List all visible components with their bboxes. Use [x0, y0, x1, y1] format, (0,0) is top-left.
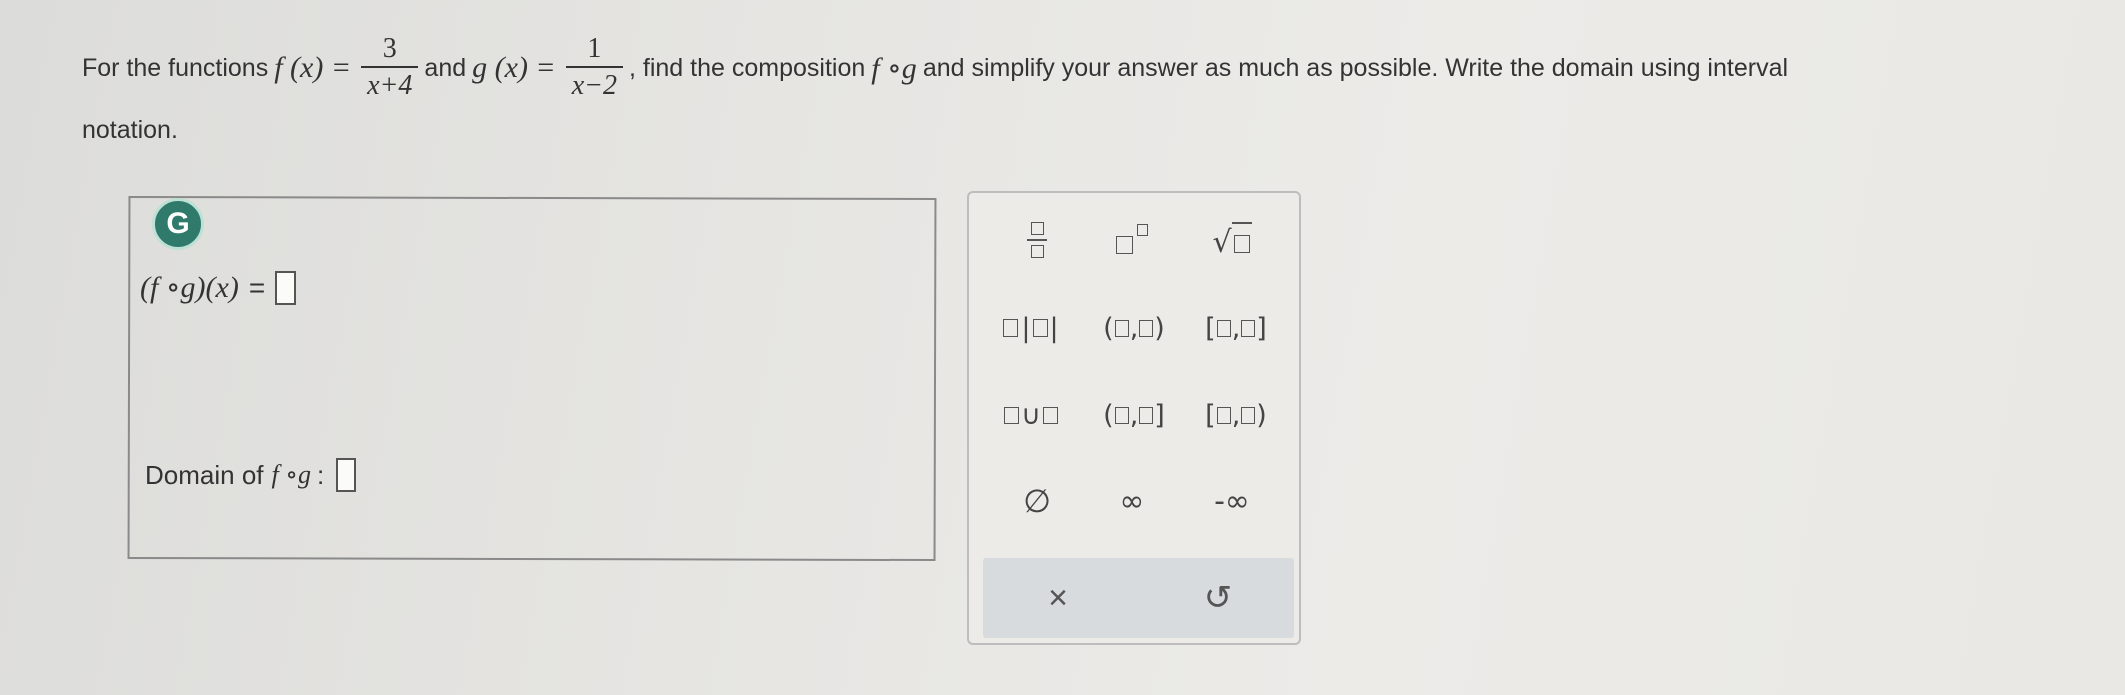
closed-closed-interval-button[interactable]: [ , ] — [1191, 303, 1281, 353]
abs-bar-right: | — [1049, 312, 1059, 344]
absolute-value-button[interactable]: | | — [987, 303, 1075, 353]
negative-infinity-icon: -∞ — [1214, 483, 1250, 519]
abs-bar-left: | — [1021, 312, 1031, 344]
composition-row: (f ∘g)(x) = — [140, 270, 297, 305]
g-numerator: 1 — [587, 33, 602, 64]
empty-set-icon: ∅ — [1023, 482, 1051, 520]
domain-function: f ∘g — [271, 460, 311, 489]
oo-comma: , — [1129, 312, 1139, 344]
closed-closed-icon: [ , ] — [1205, 313, 1267, 344]
question-mid: , find the composition — [629, 53, 866, 82]
domain-input[interactable] — [336, 458, 357, 492]
co-right: ) — [1256, 399, 1267, 431]
cc-left: [ — [1205, 312, 1216, 344]
closed-open-icon: [ , ) — [1205, 400, 1267, 431]
superscript-button[interactable] — [1087, 215, 1177, 265]
composition-input[interactable] — [275, 270, 297, 305]
question-text: For the functions f (x) = 3 x+4 and g (x… — [82, 32, 1794, 145]
oo-left: ( — [1103, 312, 1114, 344]
f-denominator: x+4 — [361, 66, 419, 104]
infinity-icon: ∞ — [1119, 483, 1145, 519]
question-composition: f ∘g — [871, 51, 917, 85]
math-palette: √ | | ( , ) [ , ] ∪ (,] [,) ∅ ∞ -∞ ×… — [967, 191, 1301, 645]
fraction-icon — [1027, 222, 1047, 258]
undo-icon: ↺ — [1203, 579, 1233, 617]
sqrt-button[interactable]: √ — [1187, 215, 1277, 265]
palette-footer: × ↺ — [983, 558, 1294, 638]
undo-button[interactable]: ↺ — [1143, 558, 1293, 638]
open-open-icon: ( , ) — [1103, 313, 1165, 344]
union-icon: ∪ — [1004, 400, 1058, 431]
co-left: [ — [1205, 399, 1216, 431]
union-symbol: ∪ — [1021, 399, 1041, 431]
question-lead: For the functions — [82, 53, 269, 82]
open-closed-icon: ( , ] — [1103, 400, 1165, 431]
domain-label: Domain of — [145, 459, 264, 490]
open-open-interval-button[interactable]: ( , ) — [1089, 303, 1179, 353]
clear-button[interactable]: × — [983, 558, 1133, 638]
oc-comma: , — [1129, 399, 1139, 431]
composition-label: (f ∘g)(x) — [140, 271, 239, 304]
oc-left: ( — [1103, 399, 1114, 431]
absolute-value-icon: | | — [1003, 312, 1059, 344]
cc-comma: , — [1231, 312, 1241, 344]
g-badge-icon: G — [152, 198, 204, 250]
negative-infinity-button[interactable]: -∞ — [1187, 476, 1277, 526]
question-tail: and simplify your answer as much as poss… — [922, 53, 1789, 82]
open-closed-interval-button[interactable]: ( , ] — [1089, 390, 1179, 440]
empty-set-button[interactable]: ∅ — [999, 476, 1075, 526]
co-comma: , — [1231, 399, 1241, 431]
fraction-button[interactable] — [999, 215, 1075, 265]
g-fraction: 1 x−2 — [565, 32, 624, 104]
question-line2: notation. — [82, 116, 178, 144]
f-fraction: 3 x+4 — [361, 32, 419, 104]
question-and: and — [424, 53, 467, 82]
oc-right: ] — [1154, 399, 1165, 431]
answer-box — [127, 195, 937, 562]
union-button[interactable]: ∪ — [987, 390, 1075, 440]
domain-row: Domain of f ∘g : — [145, 458, 357, 492]
close-icon: × — [1048, 578, 1068, 617]
sqrt-icon: √ — [1212, 222, 1252, 258]
equals-sign: = — [248, 271, 266, 303]
f-definition-lhs: f (x) = — [274, 51, 352, 84]
cc-right: ] — [1256, 312, 1267, 344]
domain-colon: : — [316, 459, 325, 490]
f-numerator: 3 — [382, 33, 397, 64]
oo-right: ) — [1154, 312, 1165, 344]
g-definition-lhs: g (x) = — [472, 51, 556, 84]
g-denominator: x−2 — [565, 66, 624, 104]
closed-open-interval-button[interactable]: [ , ) — [1191, 390, 1281, 440]
superscript-icon — [1112, 222, 1152, 258]
infinity-button[interactable]: ∞ — [1087, 476, 1177, 526]
